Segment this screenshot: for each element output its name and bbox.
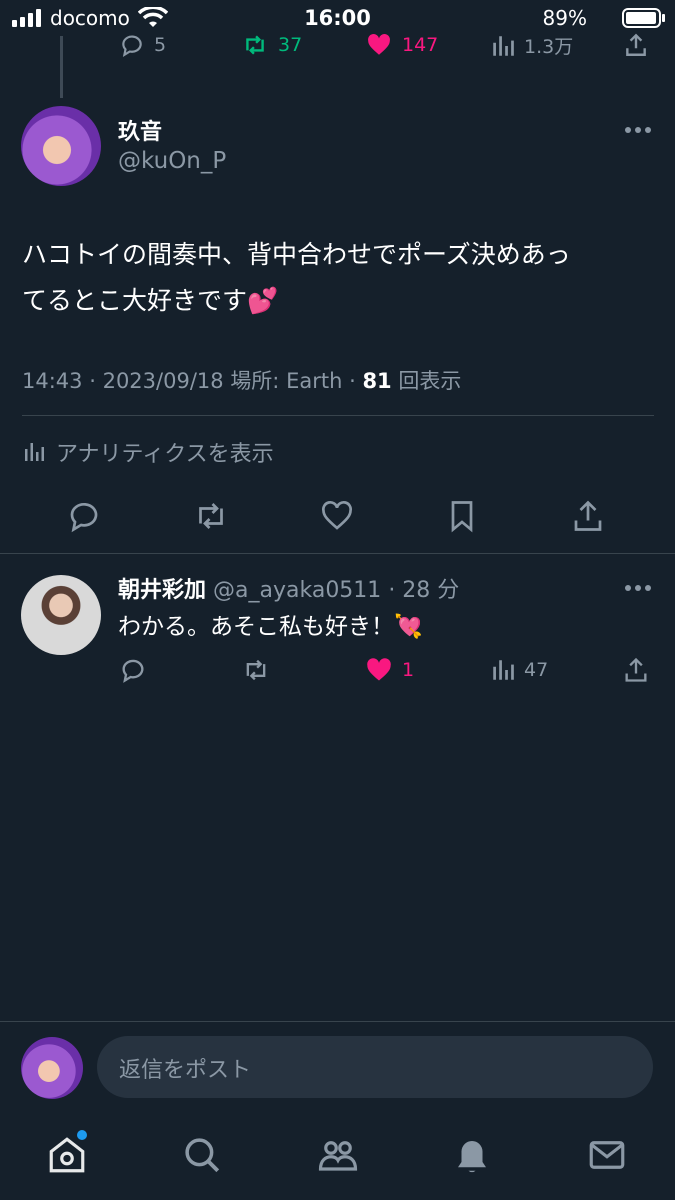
battery-icon (622, 8, 666, 28)
like-button[interactable]: 147 (364, 32, 438, 58)
reply-display-name[interactable]: 朝井彩加 (118, 578, 206, 603)
author-display-name[interactable]: 玖音 (118, 114, 162, 146)
tweet-time: 14:43 (22, 369, 83, 393)
bookmark-icon[interactable] (444, 498, 480, 534)
analytics-icon (22, 439, 46, 465)
reply-button[interactable]: 5 (118, 32, 166, 58)
views-label: 回表示 (398, 369, 462, 393)
reply-age: · 28 分 (388, 578, 460, 603)
tweet-meta: 14:43 · 2023/09/18 場所: Earth · 81 回表示 (22, 369, 462, 393)
retweet-count: 37 (278, 34, 303, 56)
search-icon[interactable] (181, 1134, 223, 1176)
like-count: 147 (402, 34, 439, 56)
view-analytics-link[interactable]: アナリティクスを表示 (22, 436, 274, 468)
tweet-text: ハコトイの間奏中、背中合わせでポーズ決めあっ てるとこ大好きです💕 (22, 232, 662, 324)
retweet-icon[interactable] (240, 656, 272, 684)
reply-header: 朝井彩加 @a_ayaka0511 · 28 分 (118, 572, 459, 604)
home-icon[interactable] (46, 1134, 88, 1176)
tweet-text-line: ハコトイの間奏中、背中合わせでポーズ決めあっ (22, 240, 571, 269)
notifications-icon[interactable] (451, 1134, 493, 1176)
divider (22, 415, 654, 416)
share-icon[interactable] (570, 498, 606, 534)
tweet-location: 場所: Earth (230, 369, 343, 393)
tweet-date: 2023/09/18 (102, 369, 224, 393)
more-options-icon[interactable] (624, 584, 652, 592)
divider (0, 1021, 675, 1022)
like-count: 1 (402, 659, 415, 681)
views-count: 47 (524, 659, 549, 681)
retweet-button[interactable]: 37 (240, 32, 302, 58)
notification-dot (77, 1130, 87, 1140)
tweet-text-line: てるとこ大好きです💕 (22, 286, 279, 315)
share-icon[interactable] (622, 32, 650, 58)
more-options-icon[interactable] (624, 126, 652, 134)
parent-action-bar: 5 37 147 1.3万 (118, 30, 658, 60)
views-count: 1.3万 (524, 36, 574, 58)
reply-count: 5 (154, 34, 167, 56)
views-button[interactable]: 47 (490, 656, 548, 684)
reply-icon[interactable] (118, 656, 148, 684)
my-avatar (21, 1037, 83, 1099)
like-button[interactable]: 1 (364, 656, 414, 684)
divider (0, 553, 675, 554)
messages-icon[interactable] (586, 1134, 628, 1176)
tweet-action-bar (0, 494, 675, 538)
views-count: 81 (362, 369, 392, 393)
reply-text: わかる。あそこ私も好き！💘 (118, 614, 423, 640)
retweet-icon[interactable] (192, 498, 230, 534)
battery-percent: 89% (542, 6, 587, 30)
like-icon[interactable] (318, 498, 356, 534)
share-icon[interactable] (622, 656, 650, 684)
author-handle[interactable]: @kuOn_P (118, 148, 226, 174)
thread-line (60, 36, 63, 98)
reply-handle[interactable]: @a_ayaka0511 (213, 578, 381, 603)
reply-action-bar: 1 47 (118, 654, 658, 686)
reply-input[interactable]: 返信をポスト (97, 1036, 653, 1098)
views-button[interactable]: 1.3万 (490, 32, 573, 59)
author-avatar[interactable] (21, 106, 101, 186)
reply-icon[interactable] (66, 498, 102, 534)
analytics-label: アナリティクスを表示 (56, 442, 274, 467)
communities-icon[interactable] (316, 1134, 360, 1176)
reply-avatar[interactable] (21, 575, 101, 655)
bottom-nav (0, 1122, 675, 1192)
